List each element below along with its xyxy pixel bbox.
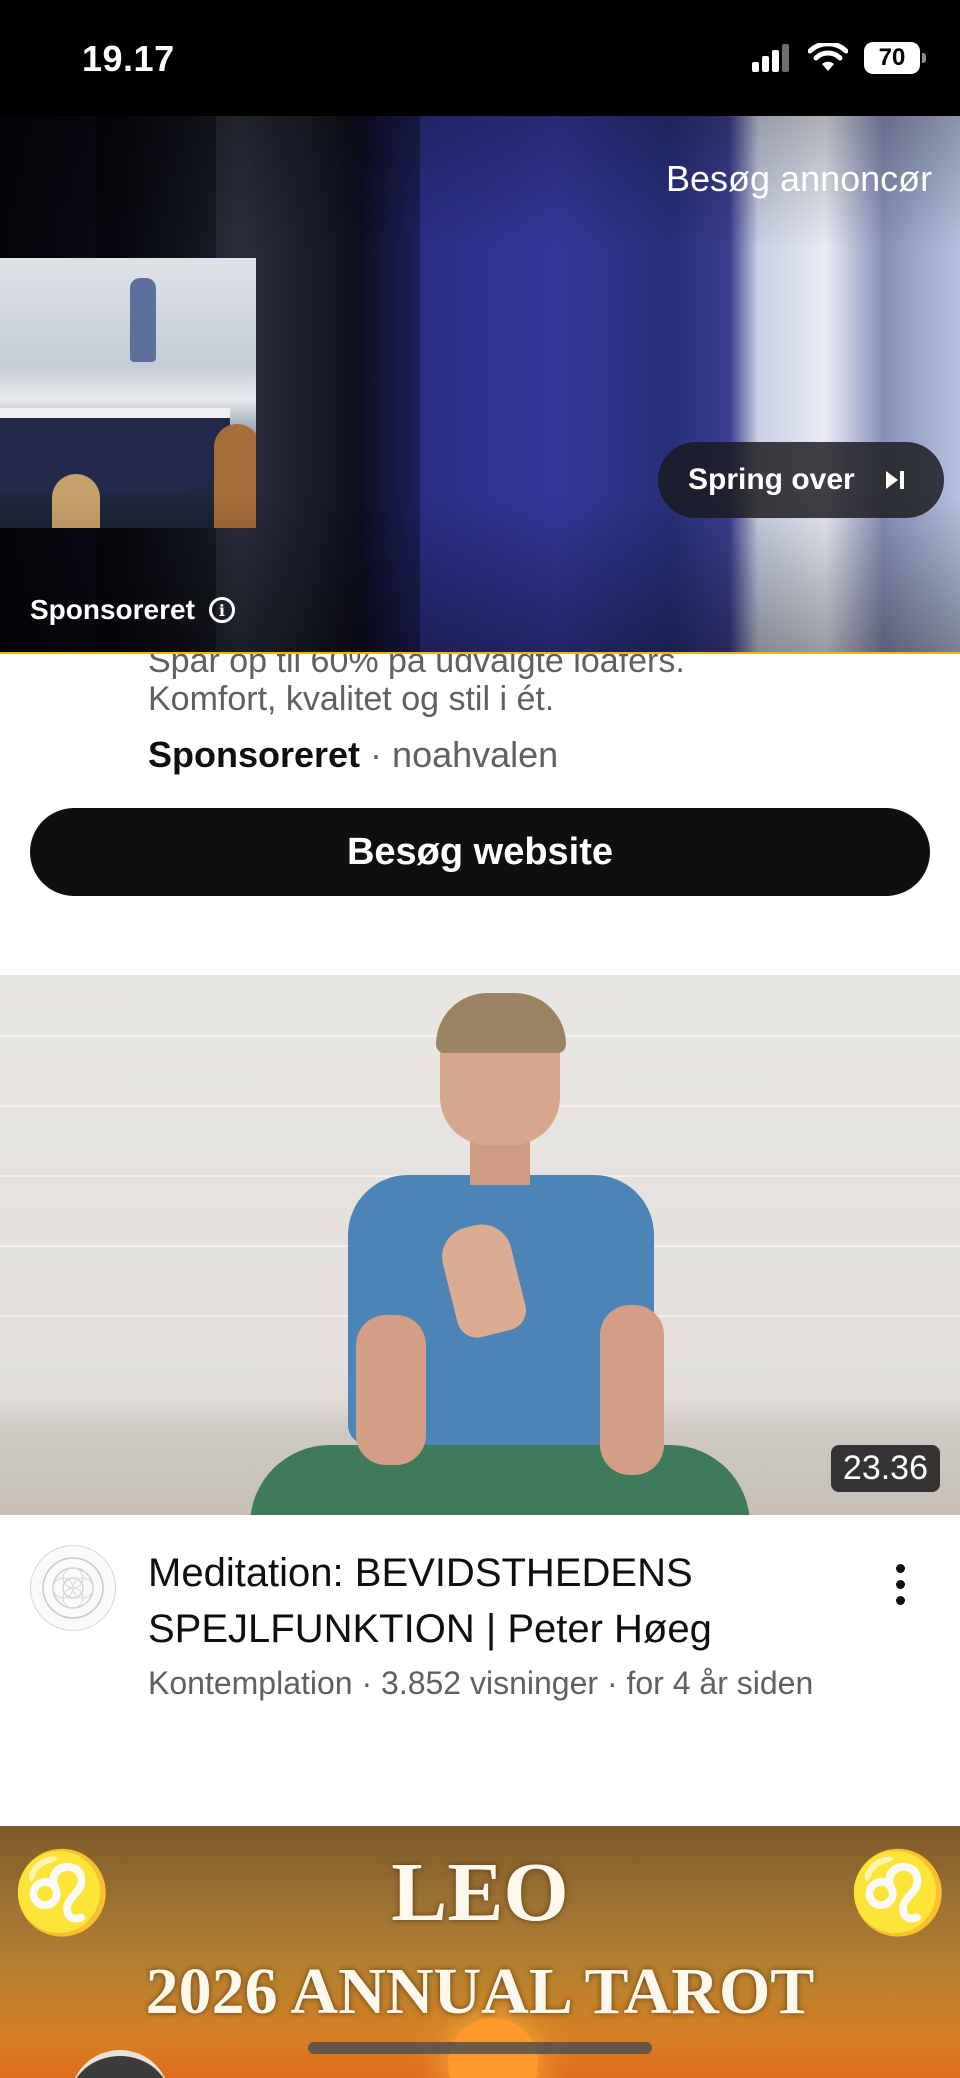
more-dot — [895, 1579, 905, 1589]
video-title[interactable]: Meditation: BEVIDSTHEDENS SPEJLFUNKTION … — [148, 1545, 848, 1657]
person-arm-shape — [600, 1305, 664, 1475]
skip-ad-label: Spring over — [688, 463, 855, 496]
thumbnail-title-line1: LEO — [391, 1846, 569, 1939]
person-legs-shape — [250, 1445, 750, 1515]
video-thumbnail[interactable]: 23.36 — [0, 975, 960, 1515]
battery-icon: 70 — [864, 42, 926, 74]
status-bar: 19.17 70 — [0, 0, 960, 116]
ad-description: Komfort, kvalitet og stil i ét. — [148, 680, 555, 718]
thumbnail-title-line2: 2026 ANNUAL TAROT — [145, 1955, 815, 2028]
ad-sponsored-label: Sponsoreret — [148, 734, 361, 775]
cellular-signal-icon — [752, 44, 789, 72]
skip-next-icon — [885, 471, 904, 489]
more-dot — [895, 1595, 905, 1605]
visit-website-button[interactable]: Besøg website — [30, 808, 930, 896]
ad-advertiser-name[interactable]: noahvalen — [392, 734, 558, 775]
wifi-icon — [808, 43, 848, 71]
status-time: 19.17 — [82, 38, 175, 79]
ad-video-player[interactable]: Besøg annoncør Spring over Sponsoreret i — [0, 116, 960, 654]
sponsored-overlay-label: Sponsoreret — [30, 594, 195, 625]
skip-ad-button[interactable]: Spring over — [658, 442, 944, 518]
video-meta: Kontemplation · 3.852 visninger · for 4 … — [148, 1665, 814, 1701]
next-video-thumbnail[interactable]: ♌ ♌ LEO 2026 ANNUAL TAROT — [0, 1826, 960, 2078]
sponsored-overlay: Sponsoreret i — [30, 594, 235, 626]
person-hair-shape — [436, 993, 566, 1053]
video-info[interactable]: Meditation: BEVIDSTHEDENS SPEJLFUNKTION … — [0, 1515, 960, 1815]
channel-avatar[interactable] — [30, 1545, 116, 1631]
person-head-shape — [70, 2050, 170, 2078]
ad-meta: Sponsoreret · noahvalen — [148, 734, 558, 776]
video-duration-badge: 23.36 — [830, 1445, 940, 1492]
ad-description-partial: Spar op til 60% på udvalgte loafers. — [148, 654, 685, 680]
visit-advertiser-link[interactable]: Besøg annoncør — [666, 158, 932, 200]
more-options-button[interactable] — [880, 1549, 920, 1619]
status-icons: 70 — [752, 42, 926, 74]
info-icon[interactable]: i — [208, 597, 235, 623]
ad-info-card: Spar op til 60% på udvalgte loafers. Kom… — [0, 654, 960, 954]
mandala-icon — [42, 1557, 104, 1619]
home-indicator[interactable] — [308, 2042, 652, 2054]
ad-meta-separator: · — [360, 734, 393, 775]
more-dot — [895, 1563, 905, 1573]
person-arm-shape — [356, 1315, 426, 1465]
